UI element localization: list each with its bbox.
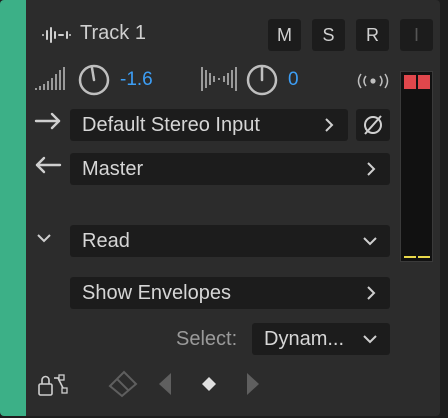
- select-value: Dynam...: [264, 327, 345, 350]
- automation-expand-icon[interactable]: [36, 232, 52, 244]
- meter-level-right: [418, 256, 430, 258]
- show-envelopes-dropdown[interactable]: Show Envelopes: [70, 277, 390, 309]
- mute-button[interactable]: M: [268, 19, 301, 51]
- pan-icon: [201, 67, 237, 91]
- pan-knob[interactable]: [246, 64, 278, 96]
- chevron-right-icon: [367, 286, 376, 300]
- volume-value[interactable]: -1.6: [120, 69, 153, 91]
- polarity-invert-button[interactable]: [356, 109, 390, 141]
- window-edge: [440, 0, 448, 418]
- input-label: Default Stereo Input: [82, 113, 260, 136]
- track-color-bar[interactable]: [0, 0, 26, 416]
- next-keyframe-icon[interactable]: [244, 371, 262, 397]
- show-envelopes-label: Show Envelopes: [82, 281, 231, 304]
- chevron-down-icon: [363, 335, 377, 344]
- eraser-icon[interactable]: [106, 368, 140, 398]
- waveform-icon: [42, 27, 71, 43]
- automation-mode-label: Read: [82, 229, 130, 252]
- automation-mode-dropdown[interactable]: Read: [70, 225, 390, 257]
- peak-indicator-right[interactable]: [418, 75, 430, 89]
- output-arrow-icon: [35, 156, 62, 174]
- select-dropdown[interactable]: Dynam...: [252, 323, 390, 355]
- broadcast-icon[interactable]: [356, 72, 390, 90]
- level-meter: [400, 71, 433, 262]
- input-arrow-icon: [34, 112, 61, 130]
- solo-button[interactable]: S: [312, 19, 345, 51]
- meter-level-left: [404, 256, 416, 258]
- track-panel: Track 1 M S R I -1.6 0 Default Stereo In…: [0, 0, 440, 416]
- select-label: Select:: [176, 328, 238, 350]
- input-dropdown[interactable]: Default Stereo Input: [70, 109, 348, 141]
- peak-indicator-left[interactable]: [404, 75, 416, 89]
- add-keyframe-icon[interactable]: [200, 375, 218, 393]
- phase-invert-icon: [364, 115, 382, 135]
- previous-keyframe-icon[interactable]: [156, 371, 174, 397]
- volume-knob[interactable]: [78, 64, 110, 96]
- chevron-down-icon: [363, 237, 377, 246]
- chevron-right-icon: [325, 118, 334, 132]
- pan-value[interactable]: 0: [288, 69, 299, 91]
- monitor-input-button[interactable]: I: [400, 19, 433, 51]
- output-label: Master: [82, 157, 144, 180]
- track-name[interactable]: Track 1: [80, 22, 146, 45]
- chevron-right-icon: [367, 162, 376, 176]
- lock-automation-icon[interactable]: [36, 370, 68, 398]
- output-dropdown[interactable]: Master: [70, 153, 390, 185]
- volume-icon: [35, 67, 65, 90]
- record-arm-button[interactable]: R: [356, 19, 389, 51]
